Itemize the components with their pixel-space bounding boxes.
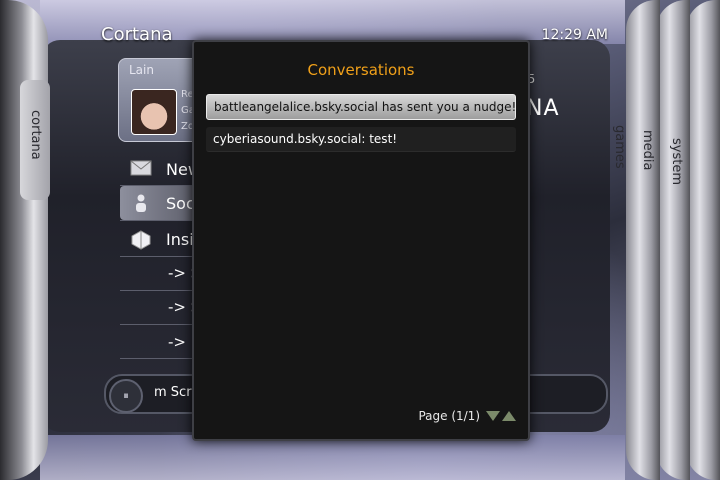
blade-cortana[interactable]	[0, 0, 48, 480]
conversation-item[interactable]: battleangelalice.bsky.social has sent yo…	[206, 94, 516, 120]
pause-icon[interactable]: ⏸	[109, 379, 143, 413]
divider	[120, 324, 200, 325]
page-up-arrow-icon[interactable]	[502, 411, 516, 421]
dialog-title: Conversations	[307, 61, 415, 79]
profile-name: Lain	[129, 63, 154, 77]
blade-games[interactable]	[626, 0, 660, 480]
background-logo-peek: NA	[526, 96, 560, 121]
bottom-band	[40, 435, 625, 480]
page-indicator: Page (1/1)	[418, 409, 480, 423]
conversation-item[interactable]: cyberiasound.bsky.social: test!	[206, 127, 516, 152]
profile-card[interactable]: Lain Re Ga Zo	[118, 58, 202, 142]
blade-label-system: system	[669, 138, 684, 185]
avatar	[131, 89, 177, 135]
divider	[120, 290, 200, 291]
person-icon	[130, 194, 152, 212]
envelope-icon	[130, 160, 152, 178]
menu-item-social[interactable]: Soc	[120, 186, 200, 220]
divider	[120, 358, 200, 359]
gem-icon	[130, 230, 152, 250]
menu-item-insi[interactable]: Insi	[120, 222, 200, 256]
blade-system[interactable]	[686, 0, 720, 480]
blade-label-games: games	[612, 125, 627, 169]
blade-media[interactable]	[656, 0, 690, 480]
divider	[120, 220, 200, 221]
pager: Page (1/1)	[418, 409, 516, 423]
blade-label-cortana: cortana	[28, 110, 43, 160]
app-title: Cortana	[101, 24, 173, 45]
menu-item-label: Insi	[166, 229, 194, 249]
page-down-arrow-icon[interactable]	[486, 411, 500, 421]
blade-label-media: media	[640, 130, 655, 171]
divider	[120, 256, 200, 257]
conversation-list: battleangelalice.bsky.social has sent yo…	[206, 94, 516, 159]
menu-item-new[interactable]: New	[120, 152, 201, 186]
clock: 12:29 AM	[541, 27, 608, 43]
conversations-dialog: Conversations battleangelalice.bsky.soci…	[192, 40, 530, 441]
menu-item-label: Soc	[166, 193, 195, 213]
